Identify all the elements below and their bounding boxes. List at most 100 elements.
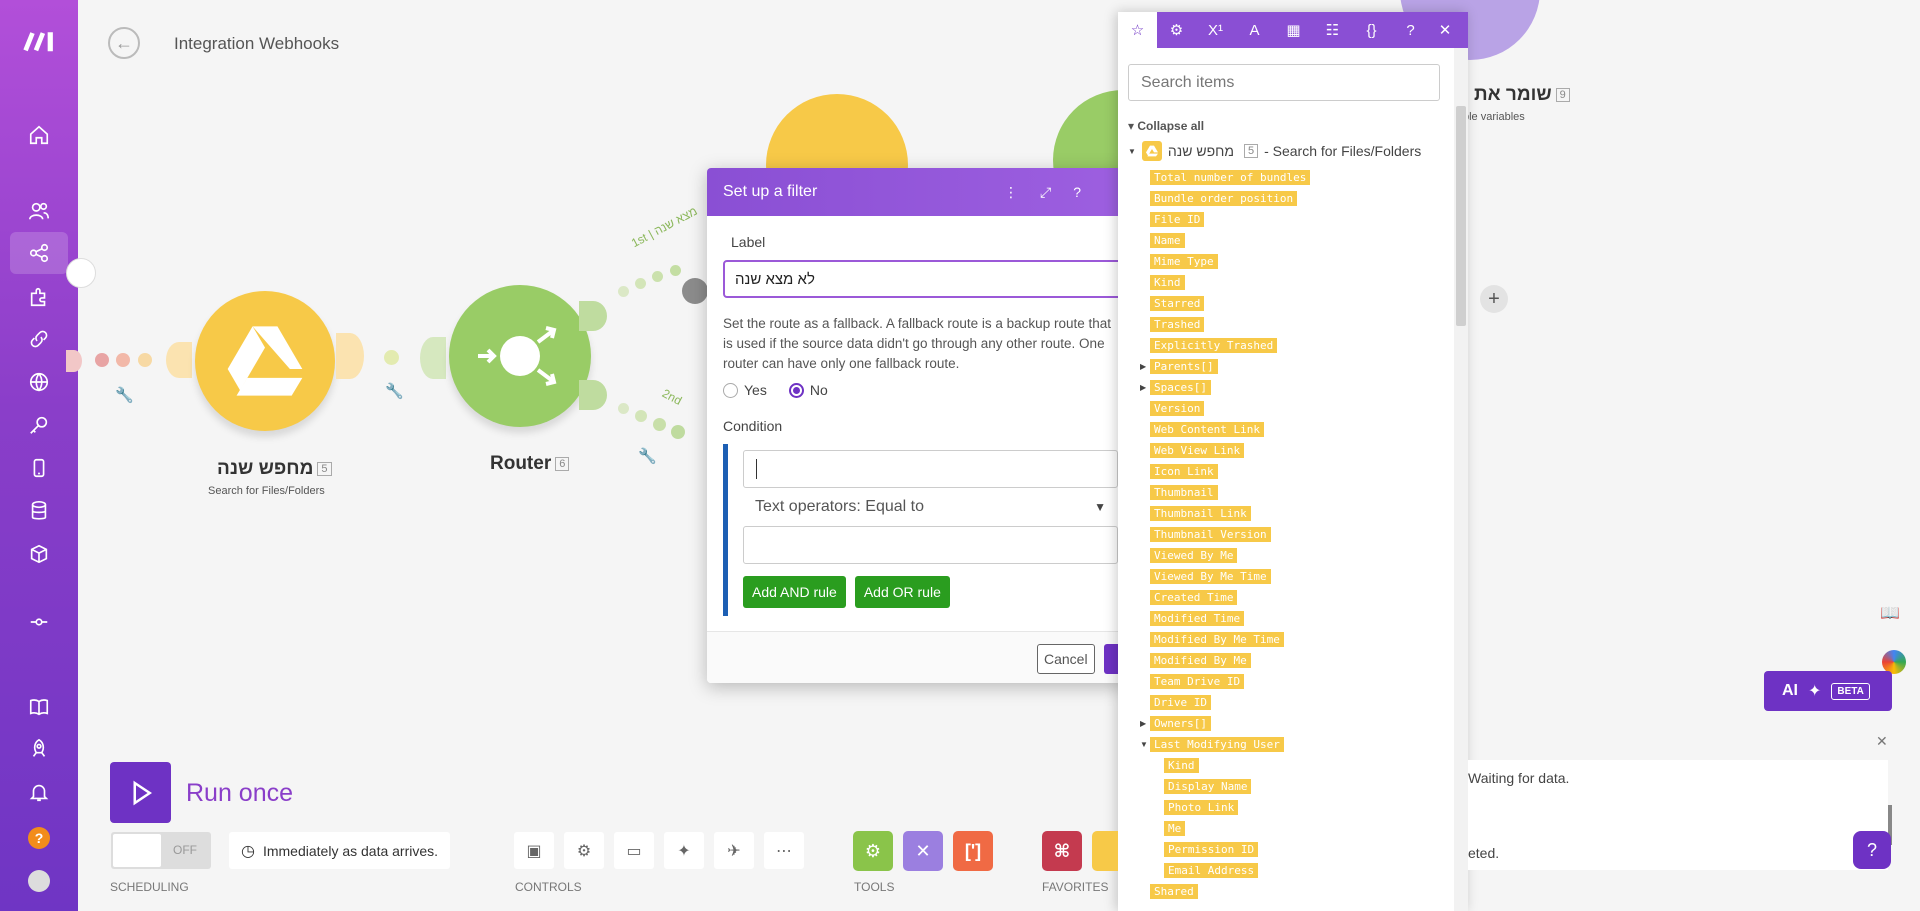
tools-json-icon[interactable]: ['] — [953, 831, 993, 871]
mapping-item[interactable]: Email Address — [1118, 860, 1468, 881]
mapping-item[interactable]: Web View Link — [1118, 440, 1468, 461]
mapping-item-tag[interactable]: Email Address — [1164, 863, 1259, 878]
help-icon[interactable]: ? — [1391, 12, 1430, 48]
calendar-icon[interactable]: ▦ — [1274, 12, 1313, 48]
mapping-item[interactable]: File ID — [1118, 209, 1468, 230]
caret-right-icon[interactable]: ▶ — [1140, 362, 1146, 371]
braces-icon[interactable]: {} — [1352, 12, 1391, 48]
search-items-input[interactable]: Search items — [1128, 64, 1440, 101]
caret-right-icon[interactable]: ▶ — [1140, 383, 1146, 392]
mapping-item[interactable]: Kind — [1118, 272, 1468, 293]
mapping-item-tag[interactable]: Starred — [1150, 296, 1205, 311]
panel-scrollbar[interactable] — [1454, 48, 1468, 911]
mapping-item[interactable]: Viewed By Me — [1118, 545, 1468, 566]
mapping-item-tag[interactable]: Thumbnail Link — [1150, 506, 1251, 521]
condition-operand-1[interactable] — [743, 450, 1118, 488]
add-module-button[interactable]: + — [1480, 285, 1508, 313]
mapping-item-tag[interactable]: Icon Link — [1150, 464, 1218, 479]
operator-select[interactable]: Text operators: Equal to ▼ — [743, 488, 1118, 526]
mapping-item[interactable]: Modified By Me Time — [1118, 629, 1468, 650]
home-icon[interactable] — [0, 114, 78, 156]
mapping-item[interactable]: Modified Time — [1118, 608, 1468, 629]
notes-icon[interactable]: ▭ — [614, 832, 654, 869]
back-button[interactable]: ← — [108, 27, 140, 59]
star-icon[interactable]: ☆ — [1118, 12, 1157, 48]
cancel-button[interactable]: Cancel — [1037, 644, 1095, 674]
mapping-item[interactable]: Thumbnail Version — [1118, 524, 1468, 545]
puzzle-icon[interactable] — [0, 276, 78, 318]
wrench-icon[interactable]: 🔧 — [115, 386, 134, 404]
filter-icon[interactable] — [682, 278, 708, 304]
fallback-no-radio[interactable]: No — [788, 382, 828, 398]
mapping-item-tag[interactable]: Kind — [1150, 275, 1185, 290]
mapping-item[interactable]: Modified By Me — [1118, 650, 1468, 671]
ai-assistant-button[interactable]: AI ✦ BETA — [1764, 671, 1892, 711]
mapping-item-tag[interactable]: Trashed — [1150, 317, 1205, 332]
key-icon[interactable] — [0, 404, 78, 446]
add-or-rule-button[interactable]: Add OR rule — [854, 576, 950, 608]
mapping-item-tag[interactable]: Bundle order position — [1150, 191, 1298, 206]
scheduling-toggle[interactable]: OFF — [111, 832, 211, 869]
module-tree-header[interactable]: ▼ מחפש שנה 5- Search for Files/Folders — [1128, 141, 1468, 161]
make-logo[interactable] — [0, 18, 78, 62]
mapping-item-tag[interactable]: Web View Link — [1150, 443, 1245, 458]
mapping-item[interactable]: Display Name — [1118, 776, 1468, 797]
run-once-button[interactable] — [110, 762, 171, 823]
book-icon[interactable] — [0, 686, 78, 728]
wrench-icon[interactable]: 🔧 — [385, 382, 404, 400]
help-icon[interactable]: ? — [1073, 184, 1081, 201]
mapping-item-tag[interactable]: Total number of bundles — [1150, 170, 1311, 185]
close-icon[interactable]: ✕ — [1430, 12, 1460, 48]
mapping-item[interactable]: ▶ Spaces[] — [1118, 377, 1468, 398]
add-and-rule-button[interactable]: Add AND rule — [743, 576, 846, 608]
mapping-item[interactable]: Team Drive ID — [1118, 671, 1468, 692]
mapping-item[interactable]: ▶ Owners[] — [1118, 713, 1468, 734]
wrench-icon[interactable]: 🔧 — [638, 447, 657, 465]
fallback-yes-radio[interactable]: Yes — [723, 382, 767, 398]
scrollbar-thumb[interactable] — [1456, 106, 1466, 326]
bell-icon[interactable] — [0, 771, 78, 813]
caret-down-icon[interactable]: ▼ — [1140, 740, 1148, 749]
webhooks-icon[interactable]: ⌘ — [1042, 831, 1082, 871]
team-icon[interactable] — [0, 190, 78, 232]
mapping-item[interactable]: Permission ID — [1118, 839, 1468, 860]
mapping-item-tag[interactable]: Name — [1150, 233, 1185, 248]
mapping-item-tag[interactable]: Viewed By Me — [1150, 548, 1238, 563]
mapping-item[interactable]: Thumbnail Link — [1118, 503, 1468, 524]
mapping-item[interactable]: Trashed — [1118, 314, 1468, 335]
mapping-item-tag[interactable]: Last Modifying User — [1150, 737, 1284, 752]
condition-operand-2[interactable] — [743, 526, 1118, 564]
text-icon[interactable]: A — [1235, 12, 1274, 48]
mapping-item-tag[interactable]: Version — [1150, 401, 1205, 416]
airplane-icon[interactable]: ✈ — [714, 832, 754, 869]
run-once-label[interactable]: Run once — [186, 779, 293, 808]
help-chat-button[interactable]: ? — [1853, 831, 1891, 869]
mapping-item-tag[interactable]: Parents[] — [1150, 359, 1218, 374]
cube-icon[interactable] — [0, 533, 78, 575]
mapping-item[interactable]: Name — [1118, 230, 1468, 251]
router-node[interactable] — [449, 285, 591, 427]
mapping-item-tag[interactable]: Permission ID — [1164, 842, 1259, 857]
book-icon[interactable]: 📖 — [1880, 603, 1900, 623]
collapse-all-toggle[interactable]: ▾ Collapse all — [1128, 119, 1468, 133]
mapping-item[interactable]: Created Time — [1118, 587, 1468, 608]
expand-icon[interactable]: ⤢ — [1040, 184, 1051, 201]
rocket-icon[interactable] — [0, 728, 78, 770]
mapping-item-tag[interactable]: Modified By Me — [1150, 653, 1251, 668]
mapping-item-tag[interactable]: Web Content Link — [1150, 422, 1264, 437]
caret-right-icon[interactable]: ▶ — [1140, 719, 1146, 728]
schedule-setting[interactable]: ◷ Immediately as data arrives. — [229, 832, 451, 869]
mapping-item-tag[interactable]: File ID — [1150, 212, 1205, 227]
flow-icon[interactable] — [0, 601, 78, 643]
save-icon[interactable]: ▣ — [514, 832, 554, 869]
radio-yes-indicator[interactable] — [723, 382, 738, 398]
mapping-item-tag[interactable]: Photo Link — [1164, 800, 1239, 815]
close-icon[interactable]: ✕ — [1876, 733, 1888, 750]
table-icon[interactable]: ☷ — [1313, 12, 1352, 48]
mapping-item-tag[interactable]: Thumbnail Version — [1150, 527, 1271, 542]
mapping-item[interactable]: Icon Link — [1118, 461, 1468, 482]
more-icon[interactable]: ⋯ — [764, 832, 804, 869]
mapping-item[interactable]: Explicitly Trashed — [1118, 335, 1468, 356]
scenario-title[interactable]: Integration Webhooks — [174, 34, 339, 54]
mapping-item[interactable]: Web Content Link — [1118, 419, 1468, 440]
